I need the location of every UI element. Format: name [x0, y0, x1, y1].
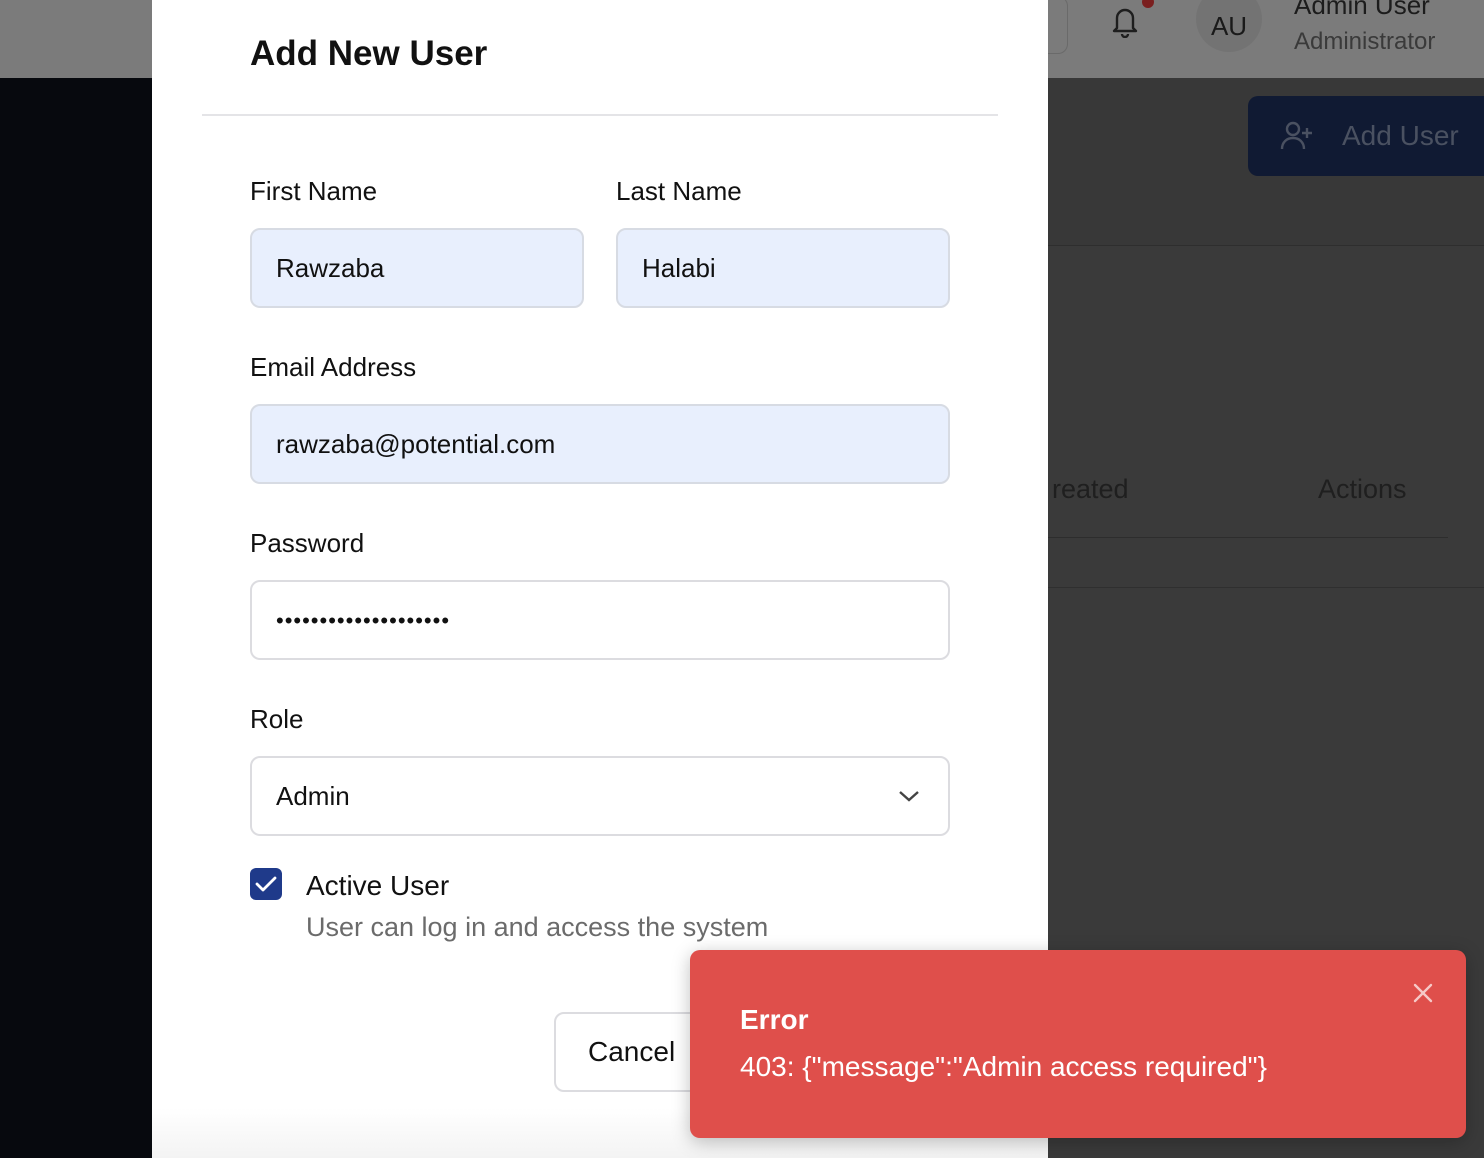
user-role: Administrator	[1294, 28, 1436, 55]
password-label: Password	[250, 528, 365, 558]
last-name-value: Halabi	[642, 252, 716, 283]
role-value: Admin	[276, 780, 350, 811]
role-select[interactable]: Admin	[250, 756, 950, 836]
chevron-down-icon	[899, 791, 919, 802]
email-field[interactable]: rawzaba@potential.com	[250, 404, 950, 484]
column-header-actions: Actions	[1318, 474, 1407, 504]
password-field[interactable]: ••••••••••••••••••••	[250, 580, 950, 660]
user-name: Admin User	[1294, 0, 1430, 20]
first-name-field[interactable]: Rawzaba	[250, 228, 584, 308]
toast-message: 403: {"message":"Admin access required"}	[740, 1051, 1267, 1082]
error-toast: Error 403: {"message":"Admin access requ…	[690, 950, 1466, 1138]
modal-title: Add New User	[250, 34, 488, 73]
table-divider	[1048, 537, 1448, 538]
check-icon	[255, 876, 277, 892]
password-value: ••••••••••••••••••••	[276, 608, 451, 633]
column-header-created[interactable]: reated	[1052, 474, 1129, 505]
modal-divider	[202, 114, 998, 116]
bell-icon[interactable]	[1109, 4, 1141, 38]
active-user-checkbox[interactable]	[250, 868, 282, 900]
first-name-value: Rawzaba	[276, 252, 385, 283]
user-plus-icon	[1280, 121, 1312, 150]
email-label: Email Address	[250, 352, 417, 382]
last-name-label: Last Name	[616, 176, 742, 206]
close-icon[interactable]	[1412, 982, 1434, 1004]
role-label: Role	[250, 704, 304, 734]
close-icon[interactable]	[984, 0, 1012, 8]
toast-title: Error	[740, 1004, 809, 1035]
active-user-label[interactable]: Active User	[306, 870, 449, 902]
avatar-initials: AU	[1210, 10, 1248, 41]
sidebar	[0, 78, 152, 1158]
email-value: rawzaba@potential.com	[276, 428, 556, 459]
last-name-field[interactable]: Halabi	[616, 228, 950, 308]
first-name-label: First Name	[250, 176, 378, 206]
add-user-button[interactable]: Add User	[1248, 96, 1484, 176]
add-user-label: Add User	[1342, 120, 1459, 151]
active-user-help: User can log in and access the system	[306, 912, 769, 942]
